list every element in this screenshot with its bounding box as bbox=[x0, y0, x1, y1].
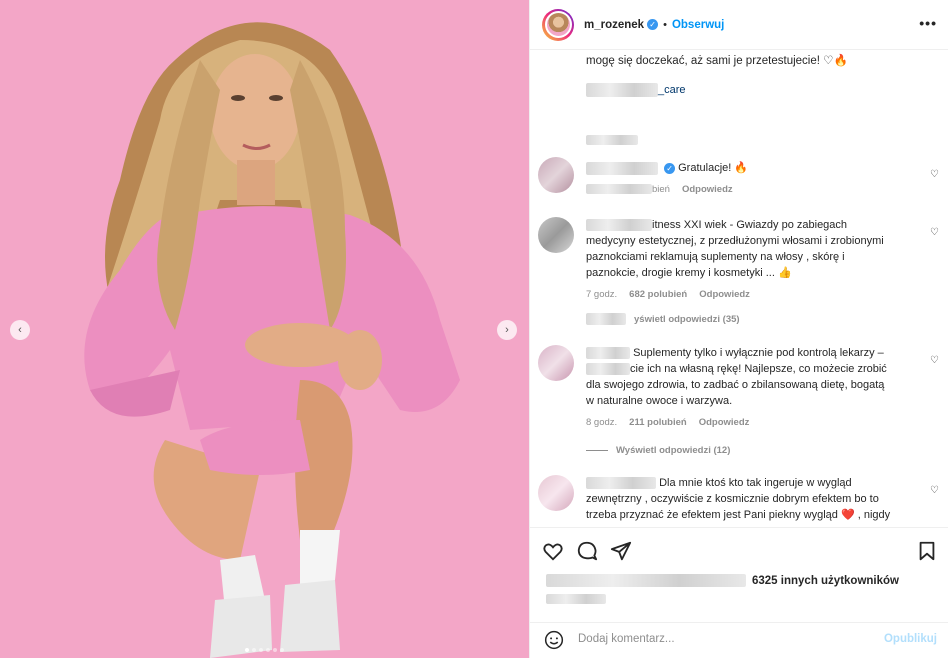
chevron-right-icon[interactable]: › bbox=[497, 320, 517, 340]
carousel-dot bbox=[252, 648, 256, 652]
carousel-dot bbox=[259, 648, 263, 652]
caption-mention[interactable]: _care bbox=[586, 83, 686, 97]
reply-button[interactable]: Odpowiedz bbox=[699, 415, 750, 431]
woman-photo bbox=[0, 0, 529, 658]
view-replies-button[interactable]: yświetl odpowiedzi (35) bbox=[586, 313, 740, 325]
carousel-dot bbox=[266, 648, 270, 652]
heart-icon[interactable] bbox=[542, 540, 564, 562]
commenter-avatar[interactable] bbox=[538, 217, 574, 253]
carousel-dot bbox=[280, 648, 284, 652]
likes-summary[interactable]: 6325 innych użytkowników bbox=[546, 574, 899, 587]
commenter-avatar[interactable] bbox=[538, 345, 574, 381]
heart-icon[interactable]: ♡ bbox=[930, 485, 939, 496]
heart-icon[interactable]: ♡ bbox=[930, 355, 939, 366]
comment-text-line: Dla mnie ktoś kto tak ingeruje w wygląd bbox=[659, 477, 852, 489]
comment-text-line: paznokcie, drogie kremy i kosmetyki ... … bbox=[586, 267, 792, 279]
comment-text-line: w naturalne owoce i warzywa. bbox=[586, 395, 733, 407]
post-image[interactable]: ‹ › bbox=[0, 0, 529, 658]
commenter-avatar[interactable] bbox=[538, 475, 574, 511]
heart-icon[interactable]: ♡ bbox=[930, 169, 939, 180]
comment-body: Dla mnie ktoś kto tak ingeruje w wygląd … bbox=[586, 475, 906, 523]
comment-likes[interactable]: 211 polubień bbox=[629, 415, 687, 431]
blurred-username bbox=[586, 161, 658, 175]
more-icon[interactable]: ••• bbox=[919, 15, 937, 31]
post-header: m_rozenek ✓ • Obserwuj ••• bbox=[530, 0, 948, 50]
blurred-meta bbox=[586, 135, 638, 145]
comment-text-line: medycyny estetycznej, z przedłużonymi wł… bbox=[586, 235, 884, 247]
blurred-username bbox=[586, 219, 652, 232]
reply-button[interactable]: Odpowiedz bbox=[682, 182, 733, 198]
post-comment-button[interactable]: Opublikuj bbox=[884, 633, 937, 645]
view-replies-button[interactable]: Wyświetl odpowiedzi (12) bbox=[586, 445, 730, 456]
comment-text-line: Suplementy tylko i wyłącznie pod kontrol… bbox=[633, 347, 884, 359]
header-separator: • bbox=[663, 18, 667, 31]
carousel-dot bbox=[245, 648, 249, 652]
action-bar bbox=[530, 527, 948, 572]
comment-input[interactable]: Dodaj komentarz... bbox=[578, 633, 675, 645]
comment-likes[interactable]: 682 polubień bbox=[629, 287, 687, 303]
comment-text-line: zewnętrzny , oczywiście z kosmicznie dob… bbox=[586, 493, 879, 505]
post-side-panel: m_rozenek ✓ • Obserwuj ••• mogę się docz… bbox=[529, 0, 948, 658]
comment-icon[interactable] bbox=[576, 540, 598, 562]
caption-text: mogę się doczekać, aż sami je przetestuj… bbox=[586, 55, 848, 67]
emoji-icon[interactable] bbox=[544, 630, 564, 650]
verified-icon: ✓ bbox=[664, 163, 676, 174]
comment-body: ✓ Gratulacje! 🔥 bień Odpowiedz bbox=[586, 160, 906, 198]
comment-text-line: itness XXI wiek - Gwiazdy po zabiegach bbox=[652, 219, 848, 231]
likes-count[interactable]: 6325 innych użytkowników bbox=[752, 575, 899, 587]
verified-icon: ✓ bbox=[647, 19, 659, 30]
blurred-date bbox=[546, 594, 606, 604]
mention-suffix[interactable]: _care bbox=[658, 84, 686, 96]
comment-time[interactable]: 7 godz. bbox=[586, 287, 617, 303]
chevron-left-icon[interactable]: ‹ bbox=[10, 320, 30, 340]
carousel-dots bbox=[0, 648, 529, 652]
commenter-avatar[interactable] bbox=[538, 157, 574, 193]
carousel-dot bbox=[273, 648, 277, 652]
reply-button[interactable]: Odpowiedz bbox=[699, 287, 750, 303]
comment-text-line: paznokciami reklamują suplementy na włos… bbox=[586, 251, 845, 263]
comment-text: Gratulacje! 🔥 bbox=[678, 162, 749, 174]
add-comment-bar: Dodaj komentarz... Opublikuj bbox=[530, 622, 948, 658]
comment-likes[interactable]: bień bbox=[586, 182, 670, 198]
comment-time[interactable]: 8 godz. bbox=[586, 415, 617, 431]
share-icon[interactable] bbox=[610, 540, 632, 562]
comment-text-line: cie ich na własną rękę! Najlepsze, co mo… bbox=[630, 363, 887, 375]
comment-body: itness XXI wiek - Gwiazdy po zabiegach m… bbox=[586, 217, 906, 303]
author-avatar[interactable] bbox=[542, 8, 574, 41]
comment-text-line: dla swojego zdrowia, to zadbać o zbilans… bbox=[586, 379, 885, 391]
blurred-username bbox=[586, 477, 656, 490]
heart-icon[interactable]: ♡ bbox=[930, 227, 939, 238]
bookmark-icon[interactable] bbox=[916, 540, 938, 562]
blurred-likers bbox=[546, 574, 746, 587]
comment-text-line: trzeba przyznać że efektem jest Pani pie… bbox=[586, 509, 891, 521]
blurred-username bbox=[586, 347, 630, 360]
comment-body: Suplementy tylko i wyłącznie pod kontrol… bbox=[586, 345, 906, 431]
follow-button[interactable]: Obserwuj bbox=[672, 19, 724, 31]
comments-list[interactable]: mogę się doczekać, aż sami je przetestuj… bbox=[530, 51, 948, 526]
author-username[interactable]: m_rozenek bbox=[584, 19, 644, 31]
